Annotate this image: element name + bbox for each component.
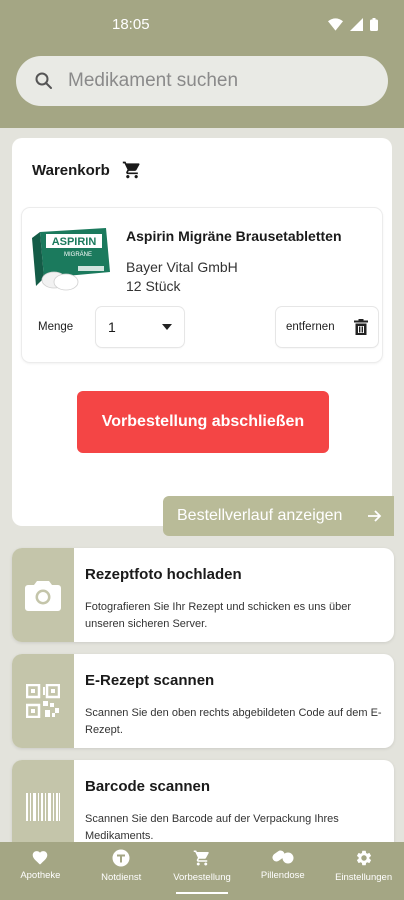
cart-icon: [122, 161, 140, 179]
nav-label: Notdienst: [101, 872, 142, 883]
cart-icon: [193, 850, 209, 866]
upload-prescription-card[interactable]: Rezeptfoto hochladen Fotografieren Sie I…: [12, 548, 394, 642]
trash-icon: [354, 319, 368, 335]
heart-icon: [33, 851, 48, 865]
action-title: E-Rezept scannen: [85, 672, 215, 689]
action-title: Barcode scannen: [85, 778, 211, 795]
nav-item-einstellungen[interactable]: Einstellungen: [323, 842, 404, 900]
main-content[interactable]: Warenkorb ASPIRIN MIGRÄNE Aspirin Migrän…: [0, 128, 404, 842]
remove-label: entfernen: [286, 321, 335, 333]
wifi-icon: [328, 17, 343, 31]
product-name: Aspirin Migräne Brausetabletten: [126, 228, 342, 244]
action-description: Scannen Sie den Barcode auf der Verpacku…: [85, 813, 339, 842]
nav-item-notdienst[interactable]: Notdienst: [81, 842, 162, 900]
gear-icon: [356, 850, 371, 866]
battery-icon: [370, 17, 378, 31]
order-history-label: Bestellverlauf anzeigen: [177, 507, 343, 524]
product-manufacturer: Bayer Vital GmbH: [126, 259, 238, 275]
nav-label: Einstellungen: [335, 872, 393, 883]
search-input[interactable]: [68, 70, 358, 92]
barcode-icon: [26, 793, 60, 821]
product-image: ASPIRIN MIGRÄNE: [32, 228, 110, 291]
nav-label: Apotheke: [20, 870, 61, 881]
checkout-button[interactable]: Vorbestellung abschließen: [77, 391, 329, 453]
product-image-subtitle: MIGRÄNE: [64, 251, 92, 258]
product-image-brand: ASPIRIN: [52, 236, 97, 248]
action-icon-box: [12, 760, 74, 842]
remove-button[interactable]: entfernen: [276, 307, 378, 347]
pills-icon: [272, 850, 294, 864]
cart-header: Warenkorb: [32, 160, 142, 180]
quantity-select[interactable]: 1: [96, 307, 184, 347]
nav-label: Pillendose: [260, 870, 305, 881]
arrow-right-icon: [368, 510, 382, 522]
action-icon-box: [12, 548, 74, 642]
nav-item-apotheke[interactable]: Apotheke: [0, 842, 81, 900]
order-history-button[interactable]: Bestellverlauf anzeigen: [163, 496, 394, 536]
status-icons: [328, 17, 378, 31]
cart-title: Warenkorb: [32, 161, 110, 179]
active-indicator: [175, 892, 229, 894]
nav-label: Vorbestellung: [173, 872, 231, 883]
qr-code-icon: [26, 684, 60, 718]
dropdown-arrow-icon: [162, 324, 172, 330]
product-package-size: 12 Stück: [126, 278, 181, 294]
search-icon: [35, 72, 52, 89]
action-icon-box: [12, 654, 74, 748]
scan-erezept-card[interactable]: E-Rezept scannen Scannen Sie den oben re…: [12, 654, 394, 748]
status-bar: 18:05: [0, 0, 404, 48]
search-bar[interactable]: [16, 56, 388, 106]
cart-card: Warenkorb ASPIRIN MIGRÄNE Aspirin Migrän…: [12, 138, 394, 536]
action-title: Rezeptfoto hochladen: [85, 566, 242, 583]
scan-barcode-card[interactable]: Barcode scannen Scannen Sie den Barcode …: [12, 760, 394, 842]
signal-icon: [350, 17, 363, 31]
quantity-value: 1: [108, 319, 116, 335]
bottom-nav: Apotheke Notdienst Vorbestellung Pillend…: [0, 842, 404, 900]
quantity-label: Menge: [38, 321, 74, 333]
cart-item: ASPIRIN MIGRÄNE Aspirin Migräne Brauseta…: [22, 208, 382, 362]
nav-item-vorbestellung[interactable]: Vorbestellung: [162, 842, 243, 900]
camera-icon: [25, 581, 61, 611]
action-description: Fotografieren Sie Ihr Rezept und schicke…: [85, 601, 351, 630]
action-description: Scannen Sie den oben rechts abgebildeten…: [85, 707, 382, 736]
nav-item-pillendose[interactable]: Pillendose: [242, 842, 323, 900]
status-time: 18:05: [112, 15, 150, 33]
emergency-icon: [112, 849, 130, 867]
